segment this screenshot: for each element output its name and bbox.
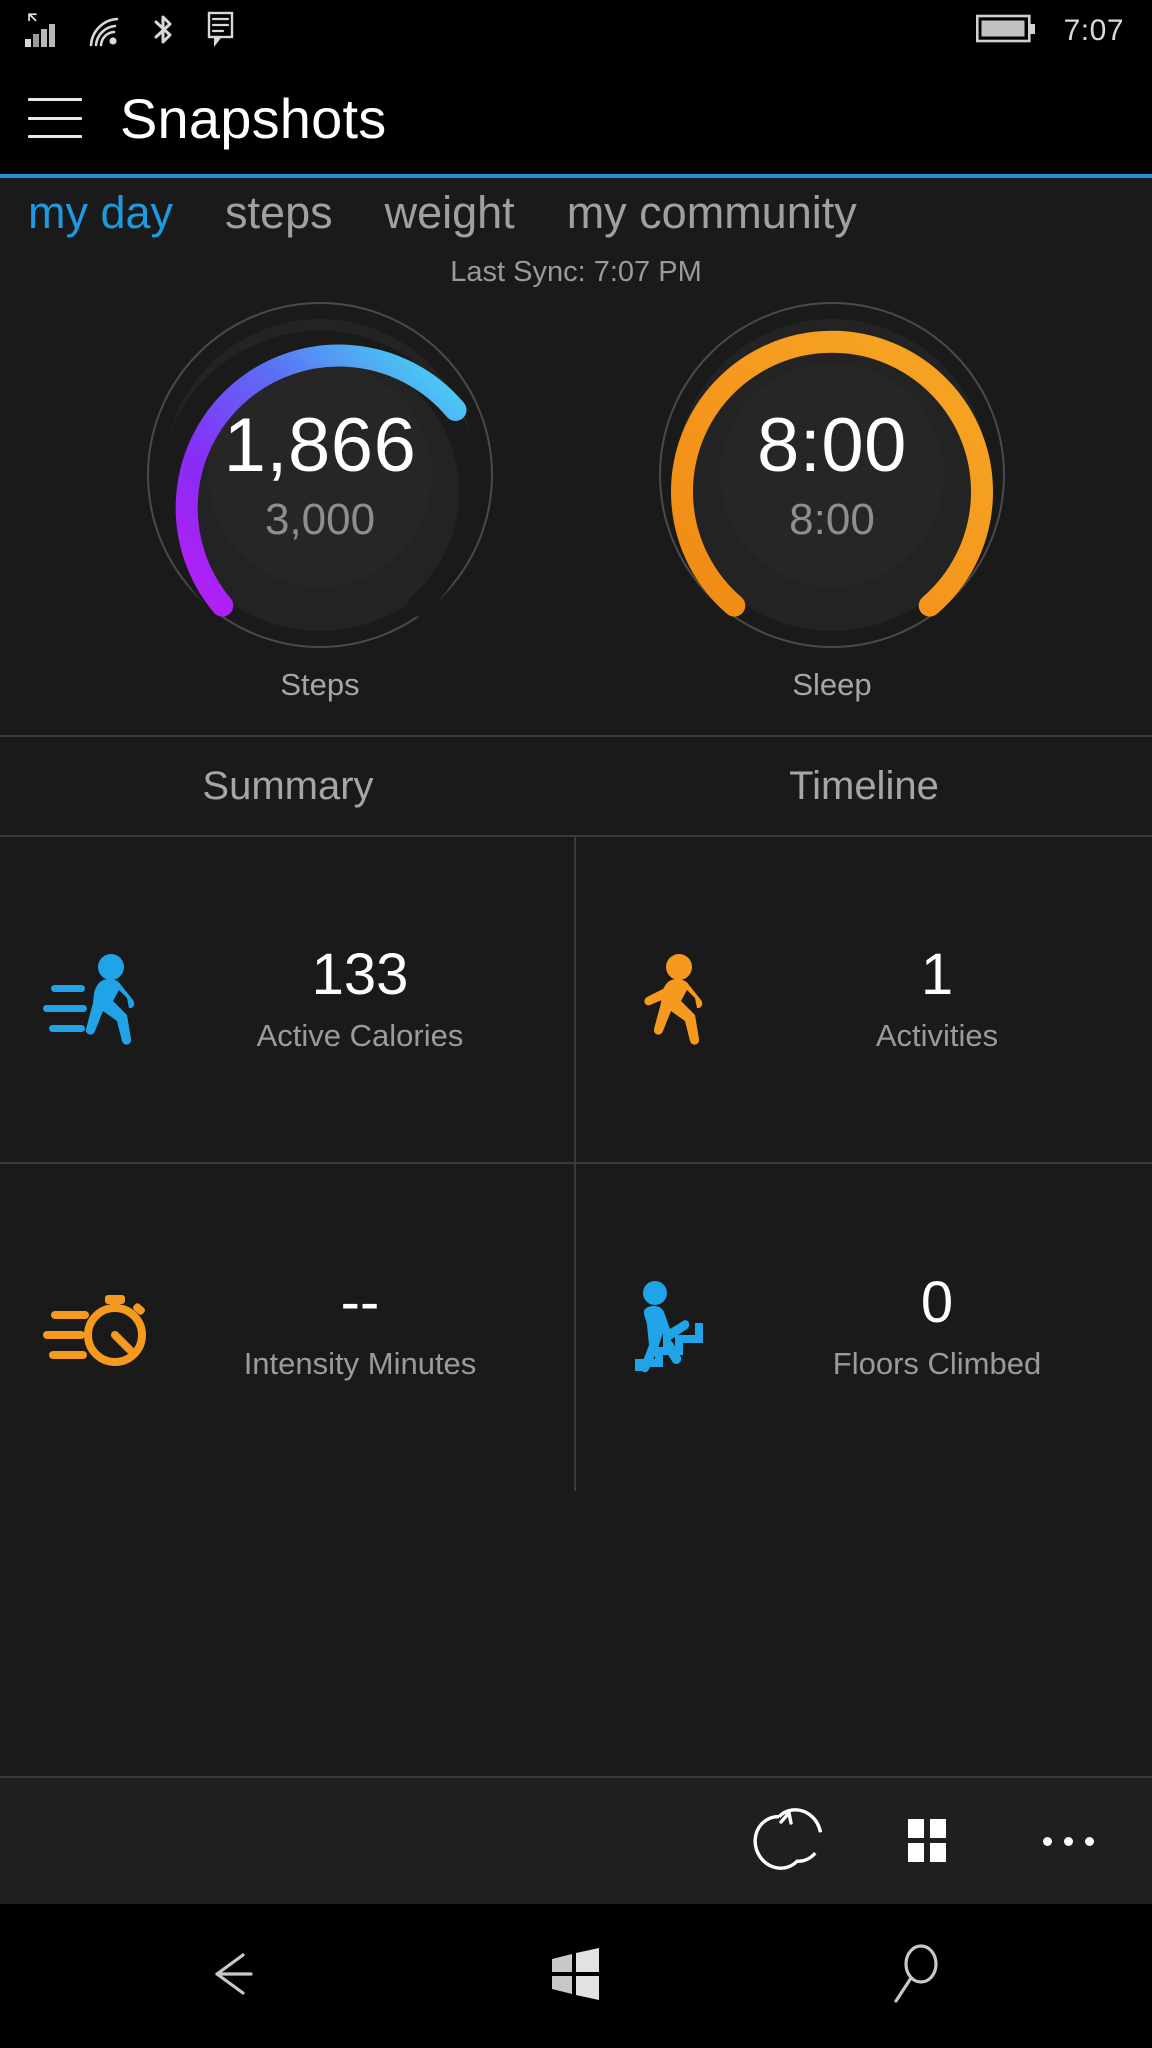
- grid-tiles-icon: [899, 1810, 957, 1873]
- steps-ring-gauge: [147, 302, 493, 648]
- hamburger-menu-icon[interactable]: [28, 98, 82, 138]
- start-button[interactable]: [516, 1916, 636, 2036]
- refresh-icon: [751, 1802, 825, 1881]
- bluetooth-icon: [146, 11, 180, 56]
- steps-ring[interactable]: 1,866 3,000 Steps: [110, 295, 530, 735]
- stopwatch-icon: [26, 1253, 176, 1403]
- stats-grid: 133 Active Calories 1 Activities -- Inte…: [0, 835, 1152, 1491]
- tab-timeline[interactable]: Timeline: [576, 764, 1152, 809]
- steps-ring-label: Steps: [280, 667, 360, 702]
- active-calories-value: 133: [311, 942, 409, 1008]
- status-bar: 7:07: [0, 0, 1152, 62]
- status-bar-clock: 7:07: [1063, 14, 1124, 47]
- back-arrow-icon: [191, 1929, 281, 2024]
- page-title: Snapshots: [120, 86, 387, 150]
- sleep-ring[interactable]: Z Z z: [622, 295, 1042, 735]
- status-bar-left-icons: [0, 7, 240, 56]
- stairs-climbing-icon: [602, 1253, 752, 1403]
- running-person-icon: [602, 925, 752, 1075]
- active-calories-label: Active Calories: [256, 1017, 464, 1053]
- last-sync-label: Last Sync: 7:07 PM: [450, 256, 702, 288]
- stat-tile-text: 133 Active Calories: [176, 942, 544, 1054]
- ellipsis-icon: [1042, 1836, 1094, 1846]
- main-content: Last Sync: 7:07 PM 1,866 3,000 Steps 8:0…: [0, 248, 1152, 1776]
- stat-tile-activities[interactable]: 1 Activities: [576, 837, 1152, 1164]
- battery-icon: [975, 12, 1038, 51]
- stat-tile-intensity-minutes[interactable]: -- Intensity Minutes: [0, 1164, 576, 1491]
- windows-logo-icon: [539, 1937, 613, 2016]
- tab-my-day[interactable]: my day: [28, 187, 173, 239]
- search-icon: [873, 1931, 959, 2022]
- back-button[interactable]: [176, 1916, 296, 2036]
- stat-tile-text: 1 Activities: [752, 942, 1122, 1054]
- stat-tile-text: -- Intensity Minutes: [176, 1270, 544, 1382]
- section-tabs: Summary Timeline: [0, 737, 1152, 835]
- intensity-minutes-label: Intensity Minutes: [243, 1345, 477, 1381]
- running-person-icon: [26, 925, 176, 1075]
- app-bar: [0, 1776, 1152, 1904]
- sleep-ring-label: Sleep: [792, 667, 872, 702]
- status-bar-right: 7:07: [975, 12, 1152, 51]
- tab-summary[interactable]: Summary: [0, 764, 576, 809]
- sms-icon: [202, 7, 240, 56]
- cellular-signal-icon: [22, 11, 62, 56]
- app-header: Snapshots: [0, 62, 1152, 174]
- tab-weight[interactable]: weight: [385, 187, 515, 239]
- rings-row: 1,866 3,000 Steps Z Z z: [0, 295, 1152, 735]
- stat-tile-text: 0 Floors Climbed: [752, 1270, 1122, 1382]
- wifi-icon: [84, 11, 124, 56]
- tiles-button[interactable]: [858, 1777, 998, 1905]
- pivot-tabs: my day steps weight my community: [0, 178, 1152, 248]
- intensity-minutes-value: --: [340, 1270, 380, 1336]
- tab-my-community[interactable]: my community: [567, 187, 857, 239]
- phone-screen: 7:07 Snapshots my day steps weight my co…: [0, 0, 1152, 2048]
- sleep-ring-gauge: [659, 302, 1005, 648]
- activities-label: Activities: [875, 1017, 999, 1053]
- stat-tile-floors-climbed[interactable]: 0 Floors Climbed: [576, 1164, 1152, 1491]
- sync-refresh-button[interactable]: [718, 1777, 858, 1905]
- system-nav-bar: [0, 1904, 1152, 2048]
- tab-steps[interactable]: steps: [225, 187, 333, 239]
- floors-climbed-label: Floors Climbed: [832, 1345, 1042, 1381]
- activities-value: 1: [920, 942, 954, 1008]
- floors-climbed-value: 0: [920, 1270, 954, 1336]
- more-button[interactable]: [998, 1777, 1138, 1905]
- stat-tile-active-calories[interactable]: 133 Active Calories: [0, 837, 576, 1164]
- search-button[interactable]: [856, 1916, 976, 2036]
